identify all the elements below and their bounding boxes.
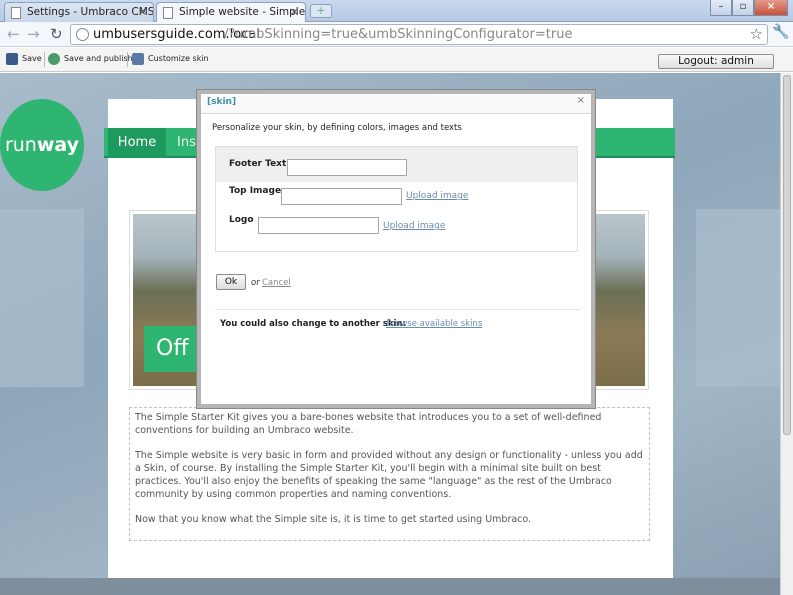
dialog-title: [skin] <box>207 97 237 107</box>
upload-top-image-link[interactable]: Upload image <box>406 191 468 201</box>
top-image-label: Top Image <box>229 186 282 196</box>
cancel-link[interactable]: Cancel <box>262 278 291 288</box>
close-tab-icon[interactable]: × <box>290 3 299 21</box>
tab-strip: Settings - Umbraco CMS ... × Simple webs… <box>0 0 793 23</box>
intro-text-box: The Simple Starter Kit gives you a bare-… <box>129 407 650 541</box>
intro-paragraph: The Simple website is very basic in form… <box>135 450 643 500</box>
maximize-button[interactable]: ▫ <box>732 0 754 16</box>
tab-simple-website[interactable]: Simple website - Simple ... × <box>156 2 306 23</box>
minimize-button[interactable]: – <box>710 0 732 16</box>
bookmark-star-icon[interactable]: ☆ <box>750 25 763 43</box>
customize-label: Customize skin <box>148 54 209 63</box>
logo-label: Logo <box>229 215 254 225</box>
skin-dialog: [skin] × Personalize your skin, by defin… <box>196 89 596 409</box>
tab-simple-website-label: Simple website - Simple ... <box>179 6 306 18</box>
logo-text-way: way <box>36 134 80 156</box>
customize-skin-button[interactable]: Customize skin <box>132 52 209 66</box>
save-button[interactable]: Save <box>6 52 42 66</box>
address-bar[interactable]: umbusersguide.com.local /?umbSkinning=tr… <box>70 24 768 45</box>
tab-settings-label: Settings - Umbraco CMS ... <box>27 6 154 18</box>
scrollbar-thumb[interactable] <box>783 75 791 435</box>
dialog-titlebar: [skin] × <box>201 94 591 114</box>
close-window-button[interactable]: × <box>754 0 788 16</box>
page-icon <box>11 7 21 19</box>
page-icon <box>163 7 173 19</box>
browser-window: Settings - Umbraco CMS ... × Simple webs… <box>0 0 793 595</box>
browse-skins-link[interactable]: Browse available skins <box>386 319 482 329</box>
menu-item-home[interactable]: Home <box>108 128 166 158</box>
palette-icon <box>132 52 144 65</box>
change-skin-text: You could also change to another skin: <box>220 319 406 329</box>
tab-settings[interactable]: Settings - Umbraco CMS ... × <box>4 2 154 22</box>
close-icon[interactable]: × <box>577 95 585 106</box>
wrench-icon[interactable]: 🔧 <box>772 24 789 40</box>
or-label: or <box>251 278 260 288</box>
save-label: Save <box>22 54 42 63</box>
dialog-intro: Personalize your skin, by defining color… <box>212 123 462 133</box>
dialog-divider <box>215 309 580 310</box>
globe-publish-icon <box>48 52 60 65</box>
footer-text-input[interactable] <box>287 159 407 176</box>
forward-icon[interactable]: → <box>27 25 40 43</box>
url-path: /?umbSkinning=true&umbSkinningConfigurat… <box>224 27 573 42</box>
ok-button[interactable]: Ok <box>216 274 246 290</box>
footer-bar <box>0 578 780 595</box>
top-image-input[interactable] <box>281 188 402 205</box>
close-tab-icon[interactable]: × <box>138 3 147 21</box>
logout-button[interactable]: Logout: admin <box>658 54 774 69</box>
decorative-panel-left <box>0 209 84 387</box>
floppy-icon <box>6 52 18 65</box>
skin-fields: Footer Text Top Image Upload image Logo … <box>215 146 578 252</box>
footer-text-label: Footer Text <box>229 159 287 169</box>
upload-logo-link[interactable]: Upload image <box>383 221 445 231</box>
vertical-scrollbar[interactable] <box>780 73 793 595</box>
save-publish-label: Save and publish <box>64 54 133 63</box>
back-icon[interactable]: ← <box>7 25 20 43</box>
toolbar-divider <box>127 52 128 67</box>
toolbar-divider <box>44 52 45 67</box>
decorative-panel-right <box>696 209 780 387</box>
new-tab-button[interactable]: + <box>310 4 332 18</box>
save-publish-button[interactable]: Save and publish <box>48 52 133 66</box>
site-logo[interactable]: runway <box>0 99 84 191</box>
hero-text: Off <box>144 326 196 372</box>
reload-icon[interactable]: ↻ <box>50 25 63 43</box>
umbraco-toolbar: Save Save and publish Customize skin Log… <box>0 48 793 72</box>
intro-paragraph: The Simple Starter Kit gives you a bare-… <box>135 412 602 436</box>
intro-paragraph: Now that you know what the Simple site i… <box>135 514 532 525</box>
globe-icon <box>76 28 89 41</box>
logo-input[interactable] <box>258 217 379 234</box>
navigation-bar: ← → ↻ umbusersguide.com.local /?umbSkinn… <box>0 22 793 47</box>
logo-text-run: run <box>4 134 37 156</box>
